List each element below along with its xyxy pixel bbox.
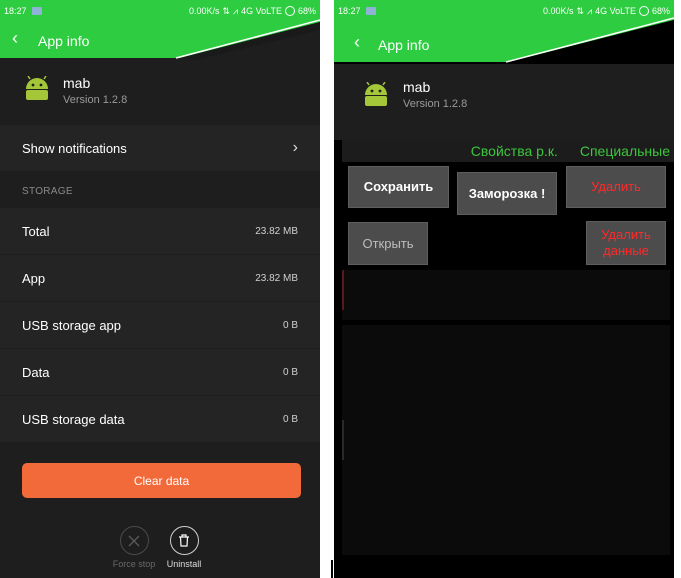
app-header: mab Version 1.2.8 — [334, 64, 674, 140]
battery-icon — [284, 6, 295, 16]
network-speed: 0.00K/s — [542, 6, 574, 16]
save-button[interactable]: Сохранить — [348, 166, 449, 208]
cursor-divider — [331, 560, 333, 578]
app-version: Version 1.2.8 — [63, 94, 128, 106]
trash-icon — [169, 526, 199, 555]
message-icon — [31, 7, 42, 15]
delete-button[interactable]: Удалить — [566, 166, 666, 208]
network-speed: 0.00K/s — [188, 6, 220, 16]
storage-row-value: 0 B — [282, 366, 298, 378]
storage-section-header: STORAGE — [22, 186, 73, 197]
android-app-icon — [26, 76, 48, 100]
uninstall-button[interactable]: Uninstall — [154, 526, 214, 569]
message-icon — [365, 7, 376, 15]
signal-icon: ⩘ — [587, 5, 593, 16]
page-title: App info — [38, 33, 90, 49]
settings-app-info-screen: 18:27 0.00K/s ⇅ ⩘ 4G VoLTE 68% ‹ App inf… — [0, 0, 320, 578]
page-title: App info — [378, 37, 430, 53]
storage-row-app: App 23.82 MB — [0, 255, 320, 301]
storage-row-value: 23.82 MB — [255, 225, 298, 237]
storage-row-label: Total — [22, 223, 50, 239]
overlay-tabs: Свойства р.к. Специальные — [342, 140, 674, 162]
battery-level: 68% — [651, 6, 670, 16]
status-time: 18:27 — [4, 6, 27, 16]
open-button[interactable]: Открыть — [348, 222, 428, 265]
tab-properties[interactable]: Свойства р.к. — [471, 143, 558, 159]
storage-row-label: USB storage app — [22, 317, 122, 333]
storage-row-usb-data: USB storage data 0 B — [0, 396, 320, 442]
overlay-app-info-screen: 18:27 0.00K/s ⇅ ⩘ 4G VoLTE 68% ‹ App inf… — [334, 0, 674, 578]
app-header: mab Version 1.2.8 — [0, 62, 320, 124]
close-icon — [119, 526, 149, 555]
back-arrow-icon[interactable]: ‹ — [12, 28, 18, 49]
uninstall-label: Uninstall — [166, 559, 202, 569]
storage-row-label: Data — [22, 364, 50, 380]
android-app-icon — [365, 82, 387, 106]
battery-icon — [638, 6, 649, 16]
storage-row-data: Data 0 B — [0, 349, 320, 395]
overlay-panel — [342, 270, 670, 320]
storage-row-value: 0 B — [282, 319, 298, 331]
network-type: 4G VoLTE — [595, 6, 636, 16]
data-transfer-icon: ⇅ — [222, 5, 231, 16]
show-notifications-row[interactable]: Show notifications › — [0, 125, 320, 171]
app-name: mab — [63, 75, 91, 91]
overlay-panel — [342, 325, 670, 555]
app-version: Version 1.2.8 — [403, 98, 468, 110]
clear-data-button[interactable]: Clear data — [22, 463, 301, 498]
tab-special[interactable]: Специальные — [580, 143, 670, 159]
storage-row-label: App — [22, 270, 46, 286]
edge-artifact — [342, 270, 344, 310]
storage-row-value: 0 B — [282, 413, 298, 425]
back-arrow-icon[interactable]: ‹ — [354, 32, 360, 53]
battery-level: 68% — [297, 6, 316, 16]
status-bar: 18:27 0.00K/s ⇅ ⩘ 4G VoLTE 68% — [0, 0, 320, 22]
signal-icon: ⩘ — [233, 5, 239, 16]
show-notifications-label: Show notifications — [22, 140, 127, 156]
app-name: mab — [403, 79, 431, 95]
storage-row-value: 23.82 MB — [255, 272, 298, 284]
data-transfer-icon: ⇅ — [576, 5, 585, 16]
status-time: 18:27 — [338, 6, 361, 16]
freeze-button[interactable]: Заморозка ! — [457, 172, 557, 215]
storage-row-total: Total 23.82 MB — [0, 208, 320, 254]
edge-artifact — [342, 420, 344, 460]
storage-row-label: USB storage data — [22, 411, 125, 427]
status-bar: 18:27 0.00K/s ⇅ ⩘ 4G VoLTE 68% — [334, 0, 674, 22]
delete-data-button[interactable]: Удалить данные — [586, 221, 666, 265]
storage-row-usb-app: USB storage app 0 B — [0, 302, 320, 348]
network-type: 4G VoLTE — [241, 6, 282, 16]
chevron-right-icon: › — [292, 139, 298, 156]
